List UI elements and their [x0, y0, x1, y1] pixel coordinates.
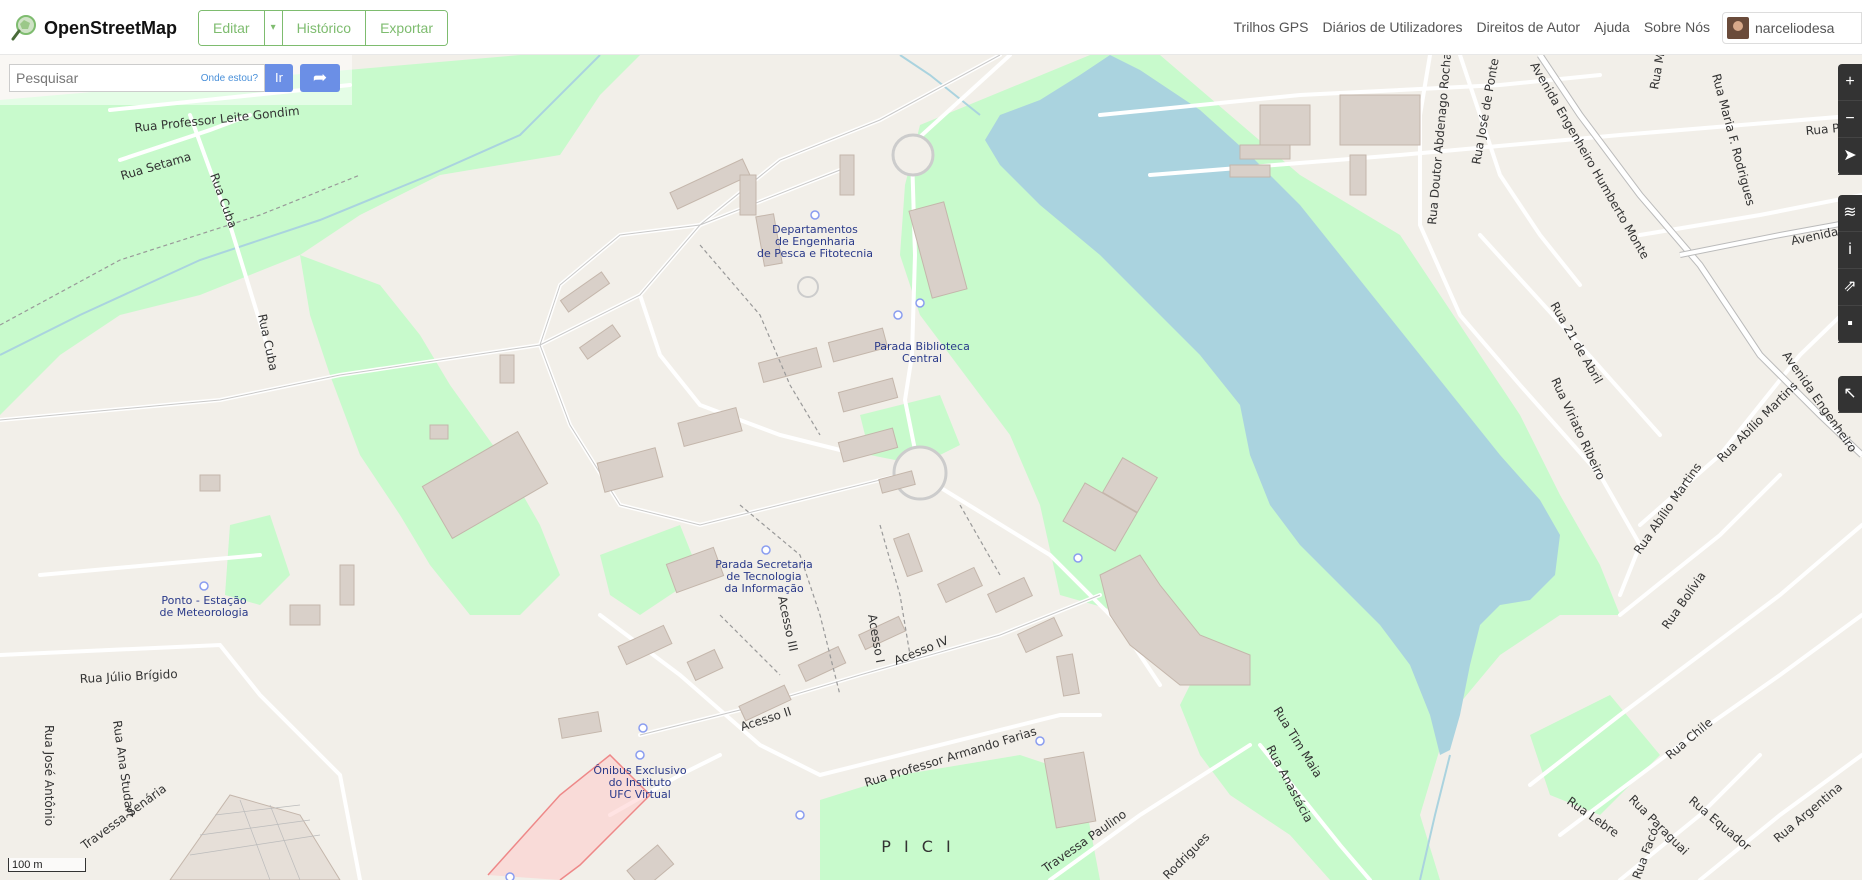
nav-gps-traces[interactable]: Trilhos GPS — [1234, 19, 1309, 35]
label-parada-secretaria-line3: da Informação — [724, 582, 804, 595]
label-onibus-line3: UFC Virtual — [609, 788, 671, 801]
zoom-in-icon[interactable]: + — [1838, 64, 1862, 101]
user-menu[interactable]: narceliodesa — [1722, 12, 1862, 44]
top-header: OpenStreetMap Editar ▾ Histórico Exporta… — [0, 0, 1862, 55]
edit-button-group: Editar ▾ Histórico Exportar — [198, 10, 448, 46]
street-jose-antonio: Rua José Antônio — [42, 725, 56, 826]
roundabout — [797, 276, 819, 298]
layers-icon[interactable]: ≋ — [1838, 195, 1862, 232]
nav-copyright[interactable]: Direitos de Autor — [1477, 19, 1581, 35]
nav-about[interactable]: Sobre Nós — [1644, 19, 1710, 35]
directions-button[interactable]: ➦ — [300, 64, 340, 92]
nav-user-diaries[interactable]: Diários de Utilizadores — [1322, 19, 1462, 35]
search-input[interactable]: Pesquisar Onde estou? — [9, 64, 265, 92]
osm-logo-icon — [11, 15, 36, 41]
search-placeholder: Pesquisar — [16, 70, 79, 86]
nav-help[interactable]: Ajuda — [1594, 19, 1630, 35]
zoom-out-icon[interactable]: − — [1838, 101, 1862, 138]
note-icon[interactable]: ▪ — [1838, 306, 1862, 343]
query-controls: ↖ — [1838, 376, 1862, 413]
search-panel: Pesquisar Onde estou? Ir ➦ — [0, 55, 352, 105]
directions-icon: ➦ — [312, 68, 328, 87]
scale-bar: 100 m — [8, 858, 86, 872]
map-canvas[interactable]: Departamentos de Engenharia de Pesca e F… — [0, 55, 1862, 880]
edit-button[interactable]: Editar — [199, 11, 265, 45]
scale-label: 100 m — [8, 858, 86, 872]
label-dept-line3: de Pesca e Fitotecnia — [757, 247, 873, 260]
map-svg[interactable]: Departamentos de Engenharia de Pesca e F… — [0, 55, 1862, 880]
search-go-button[interactable]: Ir — [265, 64, 293, 92]
zoom-controls: + − ➤ — [1838, 64, 1862, 175]
label-parada-biblioteca-line2: Central — [902, 352, 942, 365]
history-button[interactable]: Histórico — [282, 11, 367, 45]
label-district-pici: P I C I — [881, 837, 955, 856]
query-icon[interactable]: ↖ — [1838, 376, 1862, 413]
export-button[interactable]: Exportar — [366, 11, 447, 45]
share-icon[interactable]: ⇗ — [1838, 269, 1862, 306]
roundabout — [891, 133, 935, 177]
edit-dropdown-caret-icon[interactable]: ▾ — [264, 11, 283, 45]
brand-name: OpenStreetMap — [44, 17, 178, 38]
brand-logo[interactable]: OpenStreetMap — [10, 14, 177, 42]
secondary-nav: Trilhos GPS Diários de Utilizadores Dire… — [1234, 19, 1710, 35]
avatar — [1727, 17, 1749, 39]
username: narceliodesa — [1755, 20, 1835, 36]
map-tools: ≋ i ⇗ ▪ — [1838, 195, 1862, 343]
locate-icon[interactable]: ➤ — [1838, 138, 1862, 175]
label-ponto-estacao-line2: de Meteorologia — [160, 606, 249, 619]
info-icon[interactable]: i — [1838, 232, 1862, 269]
where-am-i-link[interactable]: Onde estou? — [201, 73, 264, 84]
